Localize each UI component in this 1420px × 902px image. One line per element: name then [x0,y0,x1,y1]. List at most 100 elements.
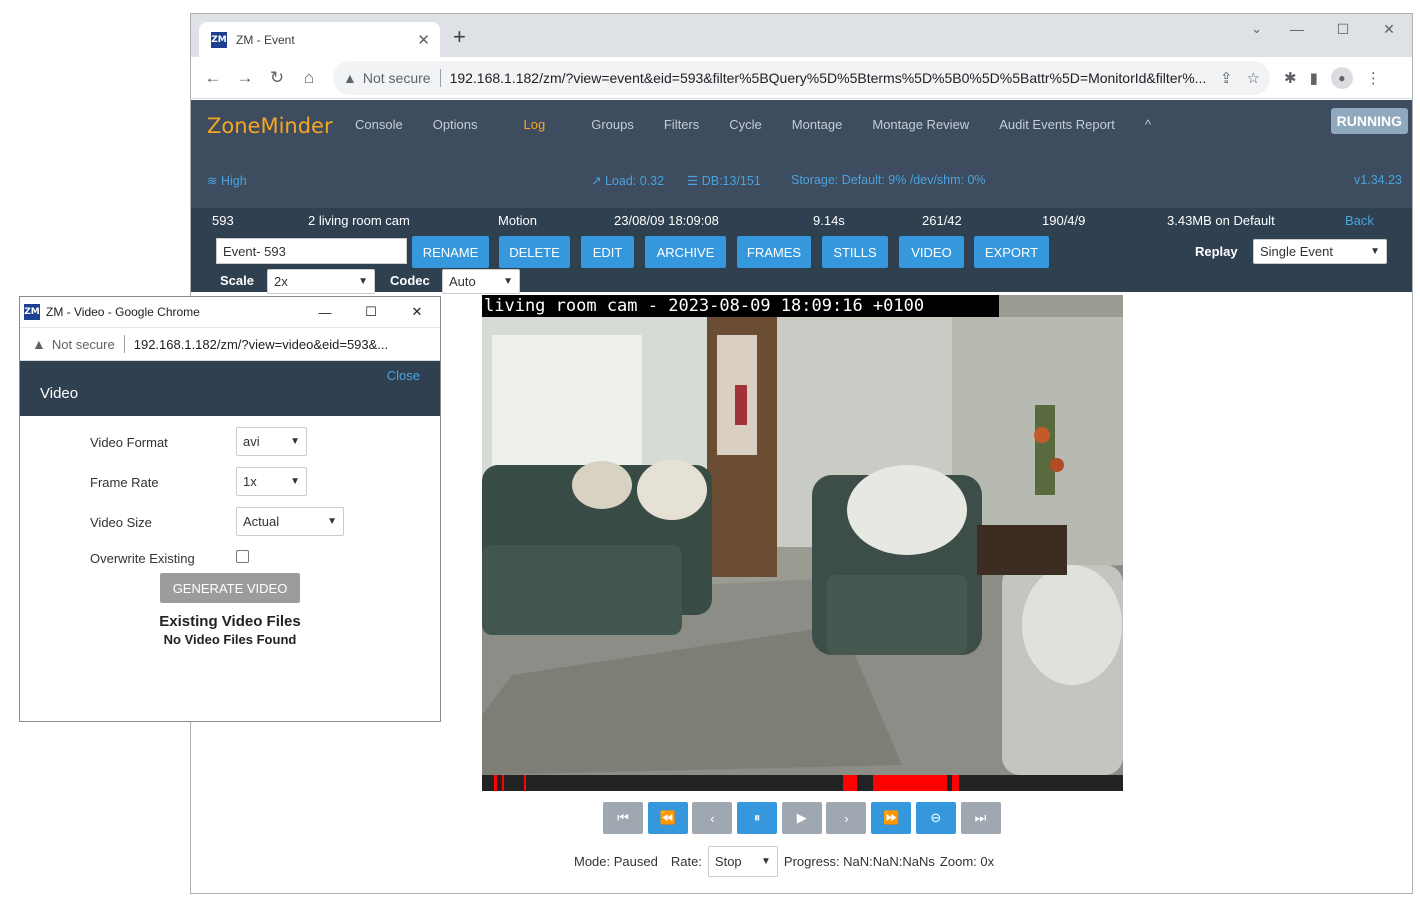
video-button[interactable]: VIDEO [899,236,964,268]
scale-label: Scale [220,273,254,288]
playback-controls: ⏮ ⏪ ‹ ⏸ ▶ › ⏩ ⊖ ⏭ [603,802,1005,834]
video-format-select[interactable]: avi ▼ [236,427,307,456]
zm-brand[interactable]: ZoneMinder [207,114,333,138]
db-indicator: ☰ DB:13/151 [687,173,761,188]
menu-groups[interactable]: Groups [591,117,634,132]
export-button[interactable]: EXPORT [974,236,1049,268]
zoom-out-icon[interactable]: ⊖ [915,802,956,834]
delete-button[interactable]: DELETE [499,236,570,268]
maximize-icon[interactable]: ☐ [348,304,394,320]
bandwidth-indicator[interactable]: ≋ High [207,173,247,188]
rate-value: Stop [714,854,742,869]
menu-montage[interactable]: Montage [792,117,843,132]
pause-icon[interactable]: ⏸ [737,802,778,834]
wifi-icon: ≋ [207,174,218,188]
video-size-value: Actual [243,514,280,529]
version-label[interactable]: v1.34.23 [1354,173,1402,187]
archive-button[interactable]: ARCHIVE [645,236,726,268]
event-frames[interactable]: 261/42 [922,213,962,228]
maximize-icon[interactable]: ☐ [1320,14,1366,44]
tab-close-icon[interactable]: ✕ [417,31,430,49]
video-format-value: avi [243,434,260,449]
menu-cycle[interactable]: Cycle [729,117,762,132]
codec-select[interactable]: Auto ▼ [442,269,520,294]
replay-value: Single Event [1260,244,1333,259]
video-size-label: Video Size [90,515,152,530]
menu-montage-review[interactable]: Montage Review [872,117,969,132]
menu-audit-events-report[interactable]: Audit Events Report [999,117,1115,132]
replay-select[interactable]: Single Event ▼ [1253,239,1387,264]
stills-button[interactable]: STILLS [822,236,888,268]
video-size-select[interactable]: Actual ▼ [236,507,344,536]
popup-address-bar[interactable]: ▲ Not secure 192.168.1.182/zm/?view=vide… [20,328,440,361]
address-bar[interactable]: ▲ Not secure 192.168.1.182/zm/?view=even… [333,60,1270,95]
menu-console[interactable]: Console [355,117,403,132]
event-name-input[interactable] [216,238,407,264]
back-link[interactable]: Back [1345,213,1374,228]
side-panel-icon[interactable]: ▮ [1310,69,1318,87]
bandwidth-label: High [220,174,247,188]
rename-button[interactable]: RENAME [412,236,489,268]
chevron-down-icon: ▼ [290,436,300,447]
last-event-icon[interactable]: ⏭ [960,802,1001,834]
not-secure-label: Not secure [362,69,431,86]
bookmark-star-icon[interactable]: ☆ [1247,69,1260,87]
profile-avatar-icon[interactable]: ● [1330,66,1353,89]
rate-label: Rate: [670,854,702,869]
popup-close-link[interactable]: Close [387,368,420,383]
rate-select[interactable]: Stop ▼ [707,846,778,877]
edit-button[interactable]: EDIT [581,236,634,268]
menu-filters[interactable]: Filters [664,117,699,132]
alarm-segment [952,775,959,791]
event-video-player[interactable]: living room cam - 2023-08-09 18:09:16 +0… [482,295,1123,775]
minimize-icon[interactable]: — [302,305,348,320]
extensions-icon[interactable]: ✱ [1284,69,1297,87]
first-event-icon[interactable]: ⏮ [603,802,643,834]
fast-rewind-icon[interactable]: ⏪ [647,802,688,834]
mode-label: Mode: Paused [574,854,658,869]
playback-info: Mode: Paused Rate: Stop ▼ Progress: NaN:N… [574,846,994,877]
zoom-label: Zoom: 0x [939,854,995,869]
chevron-down-icon: ▼ [761,856,771,867]
menu-kebab-icon[interactable]: ⋮ [1366,69,1381,87]
fast-forward-icon[interactable]: ⏩ [871,802,912,834]
scale-select[interactable]: 2x ▼ [267,269,375,294]
alarm-segment [494,775,497,791]
share-icon[interactable]: ⇪ [1220,69,1233,87]
tab-search-icon[interactable]: ⌄ [1251,21,1262,37]
event-scores: 190/4/9 [1042,213,1086,228]
home-icon[interactable]: ⌂ [293,68,325,88]
forward-arrow-icon[interactable]: → [229,68,261,88]
window-controls: — ☐ ✕ [1274,14,1412,44]
step-forward-icon[interactable]: › [826,802,867,834]
event-size: 3.43MB on Default [1167,213,1275,228]
minimize-icon[interactable]: — [1274,14,1320,44]
event-progress-bar[interactable] [482,775,1123,791]
frame-rate-value: 1x [243,474,257,489]
close-window-icon[interactable]: ✕ [1366,14,1412,44]
menu-collapse-icon[interactable]: ^ [1145,117,1151,132]
close-window-icon[interactable]: ✕ [394,304,440,320]
frames-button[interactable]: FRAMES [737,236,811,268]
menu-log[interactable]: Log [508,117,562,132]
generate-video-button[interactable]: GENERATE VIDEO [160,573,300,603]
no-video-files-message: No Video Files Found [163,632,297,647]
new-tab-button[interactable]: + [453,26,466,48]
state-running-button[interactable]: RUNNING [1330,108,1408,134]
chevron-down-icon: ▼ [327,516,337,527]
zm-favicon-icon: ZM [211,31,227,48]
frame-rate-select[interactable]: 1x ▼ [236,467,307,496]
tab-zm-event[interactable]: ZM ZM - Event ✕ [199,22,440,57]
popup-header: Close Video [20,361,440,416]
play-icon[interactable]: ▶ [781,802,822,834]
tab-title: ZM - Event [236,32,295,47]
menu-options[interactable]: Options [433,117,478,132]
step-back-icon[interactable]: ‹ [692,802,733,834]
warning-icon: ▲ [32,336,46,352]
reload-icon[interactable]: ↻ [261,68,293,88]
event-monitor[interactable]: 2 living room cam [308,213,410,228]
overwrite-existing-checkbox[interactable] [236,550,249,563]
trending-icon: ↗ [591,174,602,188]
back-arrow-icon[interactable]: ← [197,68,229,88]
url-text: 192.168.1.182/zm/?view=event&eid=593&fil… [449,69,1207,86]
